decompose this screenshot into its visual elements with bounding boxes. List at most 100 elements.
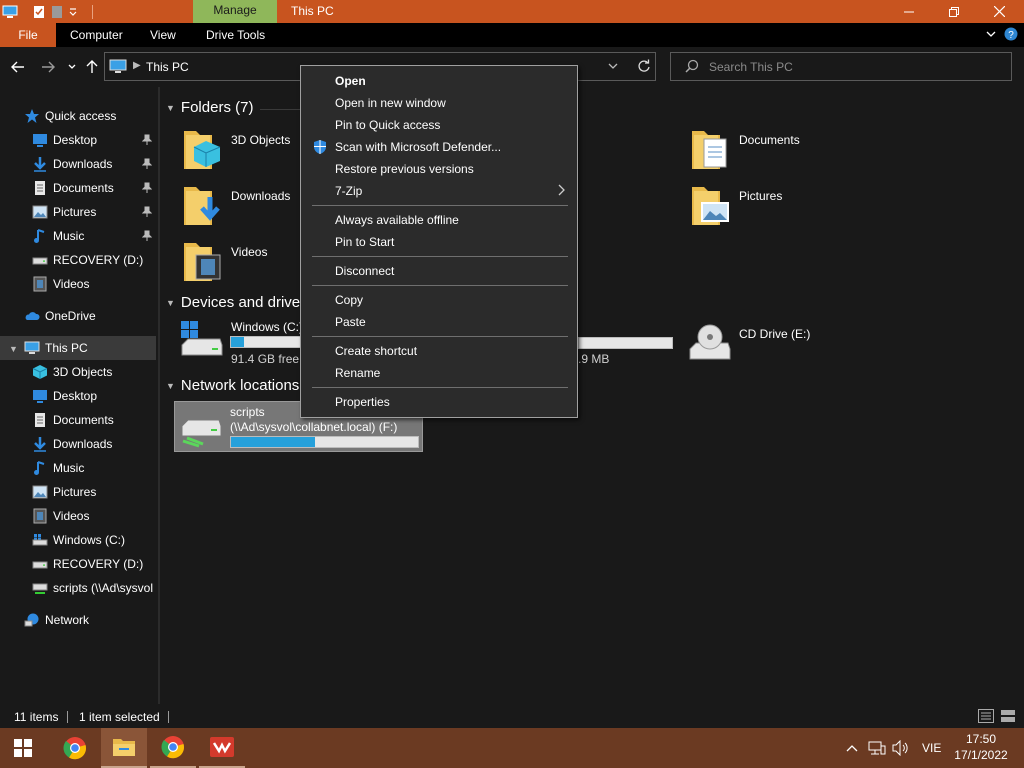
sidebar-item-this-pc[interactable]: ▼ This PC	[0, 336, 156, 360]
group-header-devices[interactable]: ▼ Devices and drives	[166, 294, 308, 311]
search-box[interactable]	[670, 52, 1012, 81]
customize-toolbar-icon[interactable]	[68, 5, 82, 19]
sidebar-item-windows-c[interactable]: Windows (C:)	[0, 528, 156, 552]
sidebar-item-pc-desktop[interactable]: Desktop	[0, 384, 156, 408]
input-language-button[interactable]: VIE	[922, 728, 941, 768]
sidebar-item-pc-videos[interactable]: Videos	[0, 504, 156, 528]
context-menu: Open Open in new window Pin to Quick acc…	[300, 65, 578, 418]
menu-item-properties[interactable]: Properties	[302, 391, 576, 413]
drive-usage-fill	[231, 437, 315, 447]
cloud-icon	[25, 312, 40, 320]
group-header-folders[interactable]: ▼ Folders (7)	[166, 99, 253, 116]
sidebar-item-pc-downloads[interactable]: Downloads	[0, 432, 156, 456]
refresh-icon[interactable]	[637, 59, 651, 73]
menu-item-paste[interactable]: Paste	[302, 311, 576, 333]
sidebar-item-documents[interactable]: Documents	[0, 176, 156, 200]
menu-item-scan-defender[interactable]: Scan with Microsoft Defender...	[302, 136, 576, 158]
sidebar-item-quick-access[interactable]: Quick access	[0, 104, 156, 128]
chevron-down-icon	[68, 64, 76, 69]
menu-item-copy[interactable]: Copy	[302, 289, 576, 311]
taskbar-file-explorer[interactable]	[101, 728, 147, 768]
sidebar-item-pc-music[interactable]: Music	[0, 456, 156, 480]
sidebar-item-videos[interactable]: Videos	[0, 272, 156, 296]
taskbar: VIE 17:50 17/1/2022	[0, 728, 1024, 768]
new-folder-icon[interactable]	[50, 5, 64, 19]
menu-item-pin-start[interactable]: Pin to Start	[302, 231, 576, 253]
network-icon	[24, 613, 39, 627]
details-view-button[interactable]	[978, 709, 994, 726]
chevron-down-icon[interactable]: ▼	[9, 344, 18, 354]
taskbar-chrome[interactable]	[150, 728, 196, 768]
folder-downloads-icon	[184, 187, 220, 225]
folder-downloads[interactable]: Downloads	[182, 183, 312, 231]
recent-locations-button[interactable]	[62, 57, 82, 77]
menu-item-always-offline[interactable]: Always available offline	[302, 209, 576, 231]
tab-manage[interactable]: Manage	[193, 0, 277, 23]
menu-item-open[interactable]: Open	[302, 70, 576, 92]
chevron-down-icon[interactable]	[608, 61, 618, 71]
folder-3d-objects[interactable]: 3D Objects	[182, 127, 312, 175]
sidebar-item-recovery-d[interactable]: RECOVERY (D:)	[0, 248, 156, 272]
tab-computer[interactable]: Computer	[70, 23, 123, 47]
menu-item-rename[interactable]: Rename	[302, 362, 576, 384]
start-button[interactable]	[0, 728, 46, 768]
network-status-button[interactable]	[868, 728, 886, 768]
tab-view[interactable]: View	[150, 23, 176, 47]
close-button[interactable]	[976, 0, 1022, 23]
cube-icon	[32, 365, 48, 379]
menu-item-7zip[interactable]: 7-Zip	[302, 180, 576, 202]
sidebar-item-pc-recovery-d[interactable]: RECOVERY (D:)	[0, 552, 156, 576]
document-icon	[35, 181, 45, 195]
status-item-count: 11 items	[14, 710, 59, 724]
drive-cd-e[interactable]: CD Drive (E:)	[686, 323, 836, 367]
sidebar-item-network[interactable]: Network	[0, 608, 156, 632]
minimize-button[interactable]	[886, 0, 932, 23]
chevron-down-icon[interactable]: ▼	[166, 381, 175, 391]
minimize-icon	[904, 11, 914, 12]
menu-item-disconnect[interactable]: Disconnect	[302, 260, 576, 282]
tab-drive-tools[interactable]: Drive Tools	[206, 23, 265, 47]
sidebar-item-scripts-f[interactable]: scripts (\\Ad\sysvol	[0, 576, 156, 600]
expand-ribbon-button[interactable]	[985, 28, 997, 43]
sidebar-item-pictures[interactable]: Pictures	[0, 200, 156, 224]
breadcrumb-chevron-icon[interactable]: ▶	[133, 60, 141, 71]
taskbar-chrome-profile[interactable]	[52, 728, 98, 768]
sidebar-item-desktop[interactable]: Desktop	[0, 128, 156, 152]
large-icons-view-button[interactable]	[1000, 709, 1016, 726]
search-input[interactable]	[709, 53, 999, 80]
window-title: This PC	[291, 4, 334, 18]
sidebar-item-downloads[interactable]: Downloads	[0, 152, 156, 176]
menu-item-create-shortcut[interactable]: Create shortcut	[302, 340, 576, 362]
folder-documents[interactable]: Documents	[690, 127, 840, 175]
sidebar-item-pc-pictures[interactable]: Pictures	[0, 480, 156, 504]
this-pc-icon	[24, 341, 40, 354]
taskbar-app[interactable]	[199, 728, 245, 768]
chevron-down-icon[interactable]: ▼	[166, 103, 175, 113]
menu-item-open-new-window[interactable]: Open in new window	[302, 92, 576, 114]
sidebar-item-music[interactable]: Music	[0, 224, 156, 248]
drive-recovery-d[interactable]: .9 MB	[578, 337, 673, 367]
menu-item-restore-versions[interactable]: Restore previous versions	[302, 158, 576, 180]
tab-file[interactable]: File	[0, 23, 56, 47]
show-hidden-icons-button[interactable]	[846, 728, 858, 768]
sidebar-item-pc-documents[interactable]: Documents	[0, 408, 156, 432]
forward-button[interactable]	[38, 57, 58, 77]
sidebar-item-3d-objects[interactable]: 3D Objects	[0, 360, 156, 384]
clock[interactable]: 17:50 17/1/2022	[950, 731, 1012, 763]
this-pc-icon[interactable]	[2, 5, 18, 19]
menu-item-pin-quick-access[interactable]: Pin to Quick access	[302, 114, 576, 136]
volume-button[interactable]	[892, 728, 910, 768]
breadcrumb-this-pc[interactable]: This PC	[146, 60, 189, 74]
folder-videos[interactable]: Videos	[182, 239, 312, 287]
back-button[interactable]	[8, 57, 28, 77]
drive-windows-c[interactable]: Windows (C:) 91.4 GB free o	[178, 319, 309, 369]
restore-button[interactable]	[931, 0, 977, 23]
sidebar-item-onedrive[interactable]: OneDrive	[0, 304, 156, 328]
group-header-network[interactable]: ▼ Network locations	[166, 377, 299, 394]
chevron-down-icon[interactable]: ▼	[166, 298, 175, 308]
folder-pictures[interactable]: Pictures	[690, 183, 840, 231]
clock-date: 17/1/2022	[954, 748, 1008, 762]
up-button[interactable]	[82, 57, 102, 77]
help-button[interactable]: ?	[1004, 27, 1018, 44]
properties-icon[interactable]	[32, 5, 46, 19]
